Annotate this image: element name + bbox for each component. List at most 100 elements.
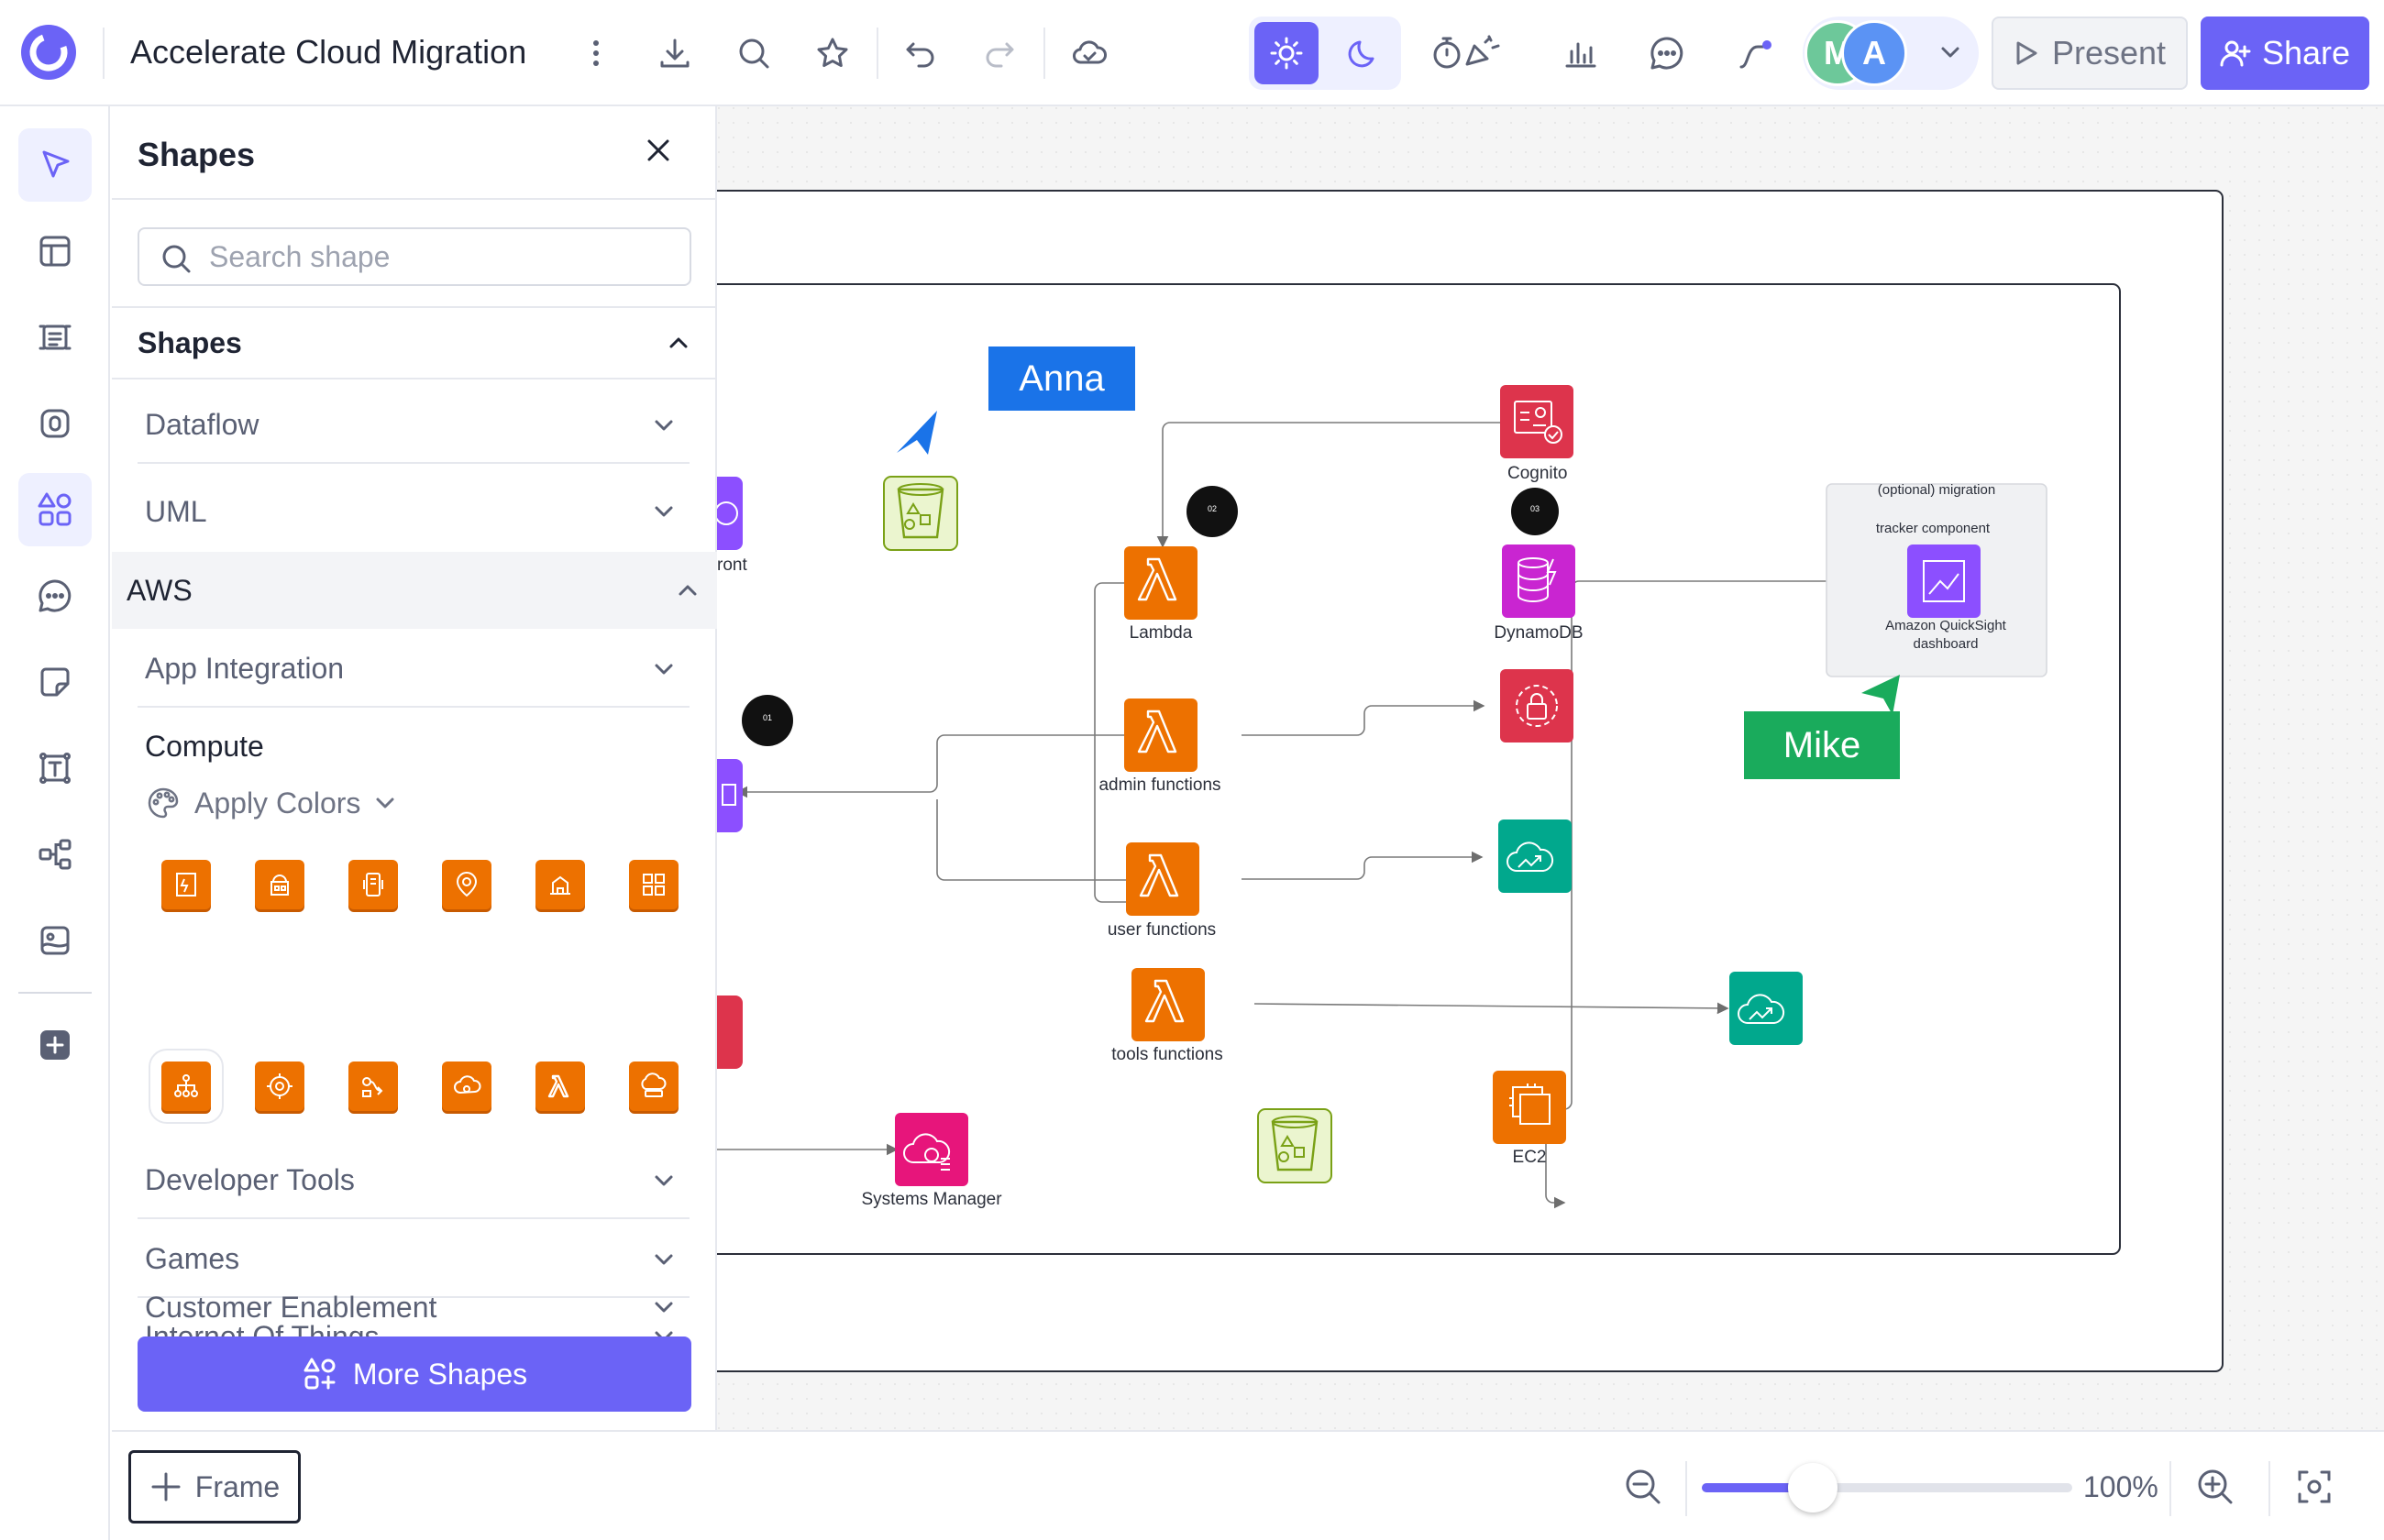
admin-functions-node[interactable] xyxy=(1124,698,1198,772)
secrets-manager-node[interactable] xyxy=(1500,669,1573,742)
s3-bucket-node[interactable] xyxy=(883,476,958,551)
zoom-slider-handle[interactable] xyxy=(1788,1463,1838,1512)
tools-functions-node[interactable] xyxy=(1131,968,1205,1041)
chart-icon[interactable] xyxy=(1553,26,1608,81)
partial-node[interactable] xyxy=(717,759,743,832)
apply-colors-dropdown[interactable]: Apply Colors xyxy=(145,785,397,821)
tracker-group-title-line2: tracker component xyxy=(1875,521,1991,536)
cognito-node[interactable] xyxy=(1500,385,1573,458)
aws-compute-shape-icon[interactable] xyxy=(348,1062,398,1111)
category-customer-enablement[interactable]: Customer Enablement xyxy=(138,1269,690,1346)
s3-bucket-node[interactable] xyxy=(1257,1108,1332,1183)
zoom-out-icon[interactable] xyxy=(1616,1459,1671,1514)
undo-icon[interactable] xyxy=(893,26,948,81)
compute-label: Compute xyxy=(145,730,264,763)
aws-compute-shape-icon[interactable] xyxy=(629,1062,679,1111)
comments-icon[interactable] xyxy=(1639,26,1694,81)
search-shape-input[interactable] xyxy=(209,238,668,275)
zoom-slider[interactable] xyxy=(1702,1463,2072,1512)
download-icon[interactable] xyxy=(647,26,702,81)
sticker-icon[interactable] xyxy=(18,387,92,460)
more-shapes-button[interactable]: More Shapes xyxy=(138,1336,691,1412)
zoom-in-icon[interactable] xyxy=(2188,1459,2243,1514)
chevron-down-icon xyxy=(655,664,673,675)
diagram-svg xyxy=(717,106,2384,1430)
connector-icon[interactable] xyxy=(1727,26,1782,81)
aws-compute-shape-icon[interactable] xyxy=(442,860,491,909)
category-app-integration[interactable]: App Integration xyxy=(138,631,690,708)
cloudwatch-node[interactable] xyxy=(1729,972,1803,1045)
category-developer-tools[interactable]: Developer Tools xyxy=(138,1142,690,1219)
divider xyxy=(103,28,105,79)
layout-template-icon[interactable] xyxy=(18,214,92,288)
category-uml[interactable]: UML xyxy=(138,473,690,550)
systems-manager-label: Systems Manager xyxy=(861,1190,1002,1209)
add-plugin-icon[interactable] xyxy=(18,1008,92,1082)
mind-map-icon[interactable] xyxy=(18,818,92,891)
aws-section-header[interactable]: AWS xyxy=(112,552,717,629)
cloudfront-partial-node[interactable] xyxy=(717,477,743,550)
marker-label: 01 xyxy=(762,713,772,722)
shapes-section-header[interactable]: Shapes xyxy=(112,306,717,380)
ec2-node[interactable] xyxy=(1493,1071,1566,1144)
cloudwatch-node[interactable] xyxy=(1498,820,1572,893)
user-functions-node[interactable] xyxy=(1126,842,1199,916)
quicksight-node[interactable] xyxy=(1907,544,1981,618)
search-icon[interactable] xyxy=(726,26,781,81)
select-tool-icon[interactable] xyxy=(18,128,92,202)
close-icon[interactable] xyxy=(642,134,675,167)
chevron-down-icon xyxy=(655,1175,673,1186)
chevron-up-icon xyxy=(679,585,697,596)
aws-compute-shape-icon[interactable] xyxy=(255,860,304,909)
section-label: AWS xyxy=(127,573,193,607)
divider xyxy=(1685,1461,1687,1516)
aws-compute-shape-icon[interactable] xyxy=(149,1049,224,1124)
timer-celebrate-icon[interactable] xyxy=(1427,26,1509,81)
share-label: Share xyxy=(2261,34,2351,72)
comment-tool-icon[interactable] xyxy=(18,559,92,632)
aws-compute-shape-icon[interactable] xyxy=(629,860,679,909)
diagram-canvas[interactable]: ront Cognito Lambda DynamoDB admin funct… xyxy=(717,106,2384,1430)
shapes-tool-icon[interactable] xyxy=(18,473,92,546)
aws-compute-shape-icon[interactable] xyxy=(161,860,211,909)
panel-title: Shapes xyxy=(138,136,256,173)
app-logo-icon[interactable] xyxy=(18,22,79,82)
aws-compute-shape-icon[interactable] xyxy=(255,1062,304,1111)
palette-icon xyxy=(145,785,182,821)
present-button[interactable]: Present xyxy=(1992,16,2188,90)
more-shapes-label: More Shapes xyxy=(352,1357,528,1391)
dark-mode-moon-icon[interactable] xyxy=(1331,22,1396,84)
ec2-label: EC2 xyxy=(1512,1148,1547,1167)
category-label: UML xyxy=(145,494,207,528)
share-button[interactable]: Share xyxy=(2201,16,2369,90)
collaborator-avatars[interactable]: M A xyxy=(1803,16,1979,90)
add-frame-button[interactable]: Frame xyxy=(128,1450,301,1524)
quicksight-label-line1: Amazon QuickSight xyxy=(1885,618,2006,633)
redo-icon[interactable] xyxy=(972,26,1027,81)
quicksight-label-line2: dashboard xyxy=(1913,636,1979,652)
text-tool-icon[interactable] xyxy=(18,732,92,805)
frame-list-icon[interactable] xyxy=(18,301,92,374)
more-options-icon[interactable] xyxy=(568,26,624,81)
chevron-down-icon[interactable] xyxy=(1937,38,1964,66)
divider xyxy=(18,992,92,994)
image-embed-icon[interactable] xyxy=(18,904,92,977)
aws-compute-shape-icon[interactable] xyxy=(348,860,398,909)
cognito-label: Cognito xyxy=(1507,464,1568,483)
aws-compute-shape-icon[interactable] xyxy=(535,860,585,909)
lambda-node[interactable] xyxy=(1124,546,1198,620)
cloud-sync-icon[interactable] xyxy=(1062,26,1117,81)
light-mode-sun-icon[interactable] xyxy=(1254,22,1319,84)
aws-compute-shape-icon[interactable] xyxy=(442,1062,491,1111)
document-title[interactable]: Accelerate Cloud Migration xyxy=(130,33,526,72)
avatar[interactable]: A xyxy=(1841,20,1907,86)
partial-node[interactable] xyxy=(717,996,743,1069)
systems-manager-node[interactable] xyxy=(895,1113,968,1186)
sticky-note-icon[interactable] xyxy=(18,645,92,719)
star-icon[interactable] xyxy=(805,26,860,81)
category-dataflow[interactable]: Dataflow xyxy=(138,387,690,464)
fit-to-screen-icon[interactable] xyxy=(2287,1459,2342,1514)
aws-lambda-shape-icon[interactable] xyxy=(535,1062,585,1111)
dynamodb-node[interactable] xyxy=(1502,544,1575,618)
frame-label: Frame xyxy=(194,1469,281,1503)
